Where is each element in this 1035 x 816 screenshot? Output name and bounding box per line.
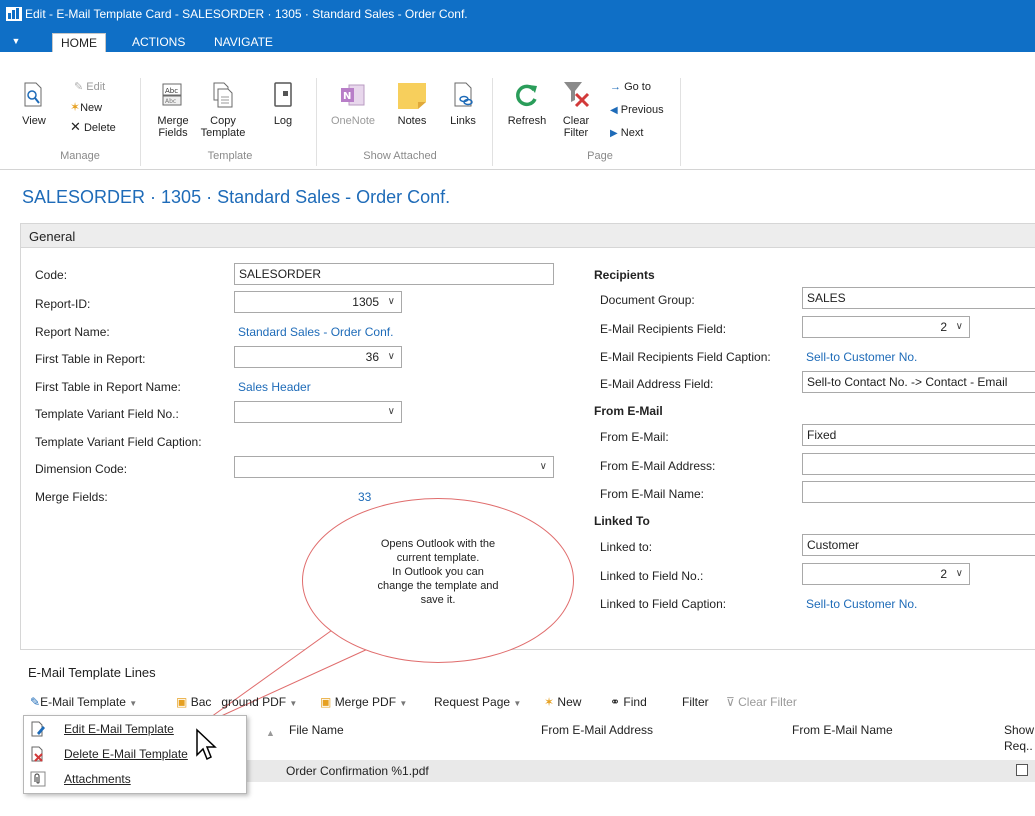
menu-item-label: Edit E-Mail Template bbox=[64, 722, 174, 736]
binoculars-icon: ⚭ bbox=[610, 695, 621, 709]
request-page-menu-button[interactable]: Request Page ▼ bbox=[434, 695, 521, 709]
lines-section-title: E-Mail Template Lines bbox=[28, 665, 156, 680]
clear-filter-lines-button[interactable]: ⊽ Clear Filter bbox=[726, 695, 797, 709]
pdf-icon: ▣ bbox=[176, 695, 188, 709]
show-request-checkbox[interactable] bbox=[1016, 764, 1028, 776]
dropdown-arrow-icon: ▼ bbox=[289, 699, 298, 708]
find-label: Find bbox=[623, 695, 647, 709]
menu-item-label: Delete E-Mail Template bbox=[64, 747, 188, 761]
edit-template-icon bbox=[31, 721, 45, 737]
background-pdf-menu-button[interactable]: ▣ Bac ground PDF ▼ bbox=[176, 695, 297, 709]
background-pdf-label-1: Bac bbox=[190, 695, 212, 709]
lines-new-button[interactable]: ✶ New bbox=[544, 695, 581, 709]
merge-pdf-label: Merge PDF bbox=[334, 695, 397, 709]
sort-up-icon: ▲ bbox=[266, 728, 275, 738]
dropdown-arrow-icon: ▼ bbox=[513, 699, 522, 708]
filter-button[interactable]: Filter bbox=[682, 695, 709, 709]
table-row[interactable]: Order Confirmation %1.pdf bbox=[238, 760, 1035, 782]
dropdown-arrow-icon: ▼ bbox=[399, 699, 408, 708]
column-file-name[interactable]: File Name bbox=[289, 723, 344, 737]
column-from-name[interactable]: From E-Mail Name bbox=[792, 723, 893, 737]
column-show-request-2: Req.. bbox=[1004, 739, 1033, 753]
column-show-request-1[interactable]: Show bbox=[1004, 723, 1034, 737]
file-name-cell: Order Confirmation %1.pdf bbox=[286, 764, 429, 778]
dropdown-arrow-icon: ▼ bbox=[129, 699, 138, 708]
find-button[interactable]: ⚭ Find bbox=[610, 695, 647, 709]
menu-item-label: Attachments bbox=[64, 772, 131, 786]
menu-item-attachments[interactable]: Attachments bbox=[24, 768, 246, 790]
pdf-icon: ▣ bbox=[320, 695, 332, 709]
new-document-icon: ✶ bbox=[544, 695, 555, 709]
merge-pdf-menu-button[interactable]: ▣ Merge PDF ▼ bbox=[320, 695, 407, 709]
edit-document-icon: ✎ bbox=[30, 695, 41, 709]
paperclip-icon bbox=[30, 771, 46, 787]
clear-filter-lines-label: Clear Filter bbox=[738, 695, 797, 709]
column-from-address[interactable]: From E-Mail Address bbox=[541, 723, 653, 737]
email-template-menu-button[interactable]: ✎E-Mail Template ▼ bbox=[30, 695, 137, 709]
clear-filter-icon: ⊽ bbox=[726, 695, 735, 709]
lines-new-label: New bbox=[557, 695, 582, 709]
background-pdf-label-2: ground PDF bbox=[221, 695, 287, 709]
lines-toolbar: ✎E-Mail Template ▼ ▣ Bac ground PDF ▼ ▣ M… bbox=[22, 690, 1035, 715]
request-page-label: Request Page bbox=[434, 695, 511, 709]
email-template-label: E-Mail Template bbox=[40, 695, 126, 709]
mouse-cursor-icon bbox=[196, 728, 217, 761]
delete-template-icon bbox=[31, 746, 43, 762]
